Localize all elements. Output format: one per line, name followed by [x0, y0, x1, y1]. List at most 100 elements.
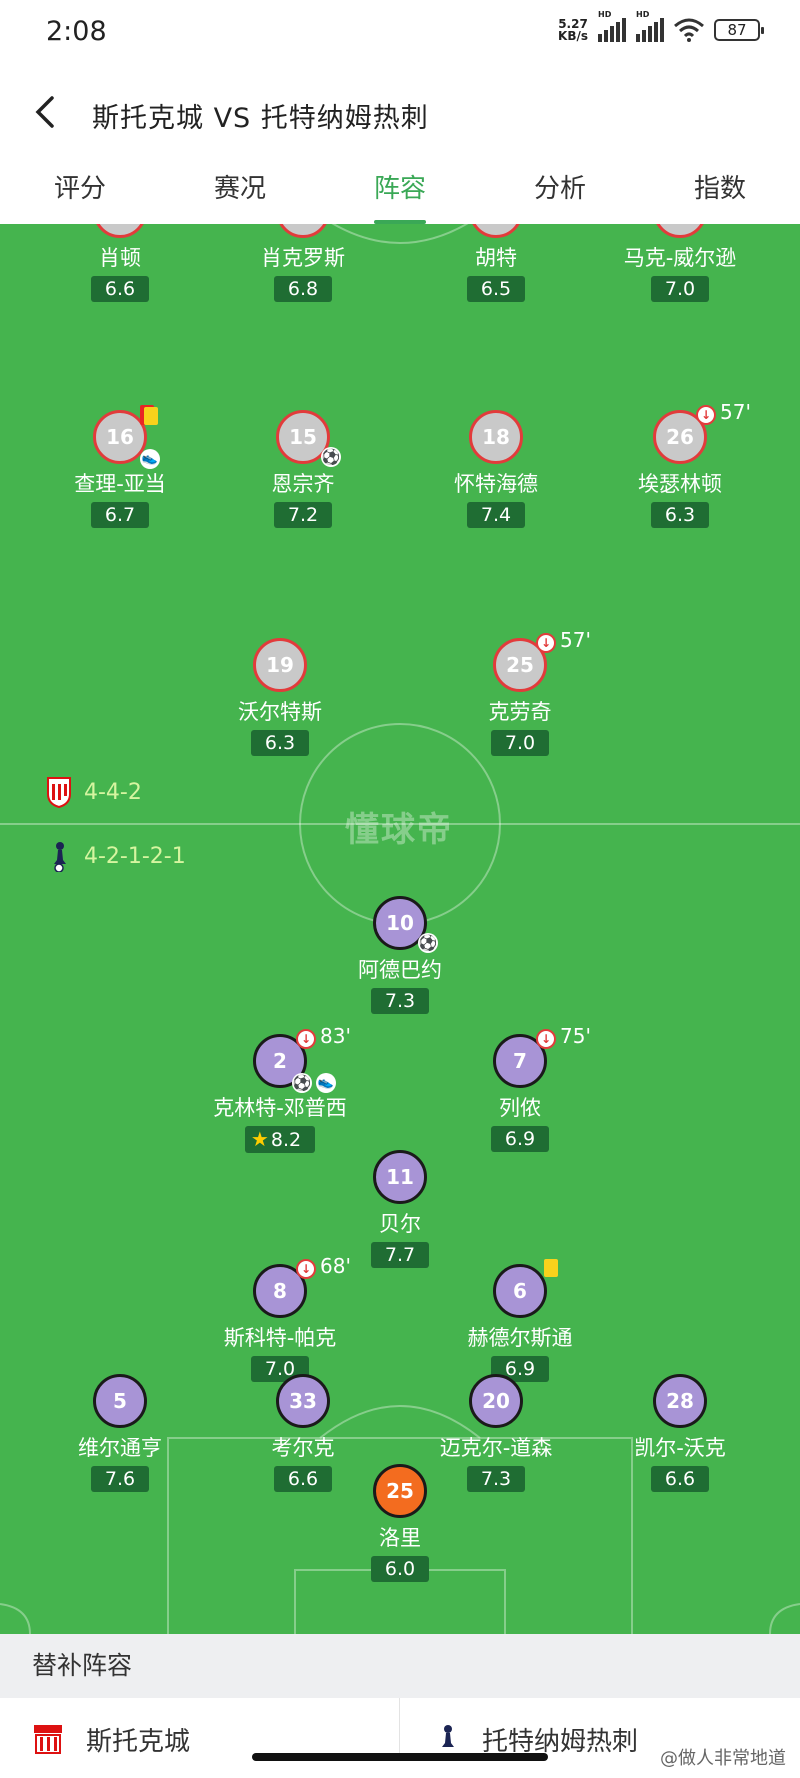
tab-analysis[interactable]: 分析: [480, 154, 640, 224]
player-number-circle: 16 👟: [93, 405, 160, 469]
player-number: 8: [273, 1279, 287, 1303]
player-number: 2: [273, 1049, 287, 1073]
away-player-1[interactable]: 10 ⚽ 阿德巴约 7.3: [310, 896, 490, 1014]
away-player-2[interactable]: 2 ↓ ⚽ 👟 83' 克林特-邓普西 ★ 8.2: [190, 1024, 370, 1153]
player-rating: 7.4: [466, 502, 526, 528]
player-number: 7: [513, 1049, 527, 1073]
hd-label: HD: [598, 10, 612, 19]
player-name: 列侬: [499, 1096, 541, 1120]
player-rating-value: 8.2: [270, 1129, 302, 1151]
tab-live[interactable]: 赛况: [160, 154, 320, 224]
home-player-5[interactable]: 16 👟 查理-亚当 6.7: [30, 405, 210, 528]
status-bar: 2:08 5.27 KB/s HD HD 87: [0, 0, 800, 70]
subs-home-team[interactable]: 斯托克城: [32, 1724, 190, 1754]
subs-away-team[interactable]: 托特纳姆热刺: [436, 1724, 638, 1754]
player-number: 18: [482, 425, 510, 449]
player-number: 10: [386, 911, 414, 935]
player-rating: 6.9: [490, 1126, 550, 1152]
home-player-9[interactable]: 19 沃尔特斯 6.3: [190, 638, 370, 756]
sub-minute: 83': [320, 1024, 351, 1048]
home-player-8[interactable]: 26 ↓ 57' 埃瑟林顿 6.3: [590, 400, 770, 528]
player-number-circle: 20: [469, 1374, 523, 1428]
player-name: 贝尔: [379, 1212, 421, 1236]
away-player-4[interactable]: 11 贝尔 7.7: [310, 1150, 490, 1268]
tab-odds[interactable]: 指数: [640, 154, 800, 224]
player-name: 沃尔特斯: [238, 700, 322, 724]
player-rating: 7.6: [90, 1466, 150, 1492]
player-number-circle: 26 ↓: [653, 405, 716, 464]
sub-off-icon: ↓: [296, 1029, 316, 1049]
page-title: 斯托克城 VS 托特纳姆热刺: [92, 103, 429, 134]
player-number-circle: [93, 224, 147, 238]
away-player-7[interactable]: 5 维尔通亨 7.6: [30, 1374, 210, 1492]
sub-minute: 57': [560, 628, 591, 652]
home-player-2[interactable]: 肖克罗斯 6.8: [213, 224, 393, 302]
sub-minute: 75': [560, 1024, 591, 1048]
dongqiudi-watermark: 懂球帝: [345, 810, 453, 850]
player-number-circle: 33: [276, 1374, 330, 1428]
player-number-circle: [276, 224, 330, 238]
player-number-circle: 28: [653, 1374, 707, 1428]
player-rating: 6.6: [90, 276, 150, 302]
status-icons: 5.27 KB/s HD HD 87: [558, 10, 764, 42]
hd-label-2: HD: [636, 10, 650, 19]
player-number-circle: 7 ↓: [493, 1029, 556, 1088]
network-speed: 5.27 KB/s: [558, 18, 588, 42]
home-player-10[interactable]: 25 ↓ 57' 克劳奇 7.0: [430, 628, 610, 756]
player-number-circle: 15 ⚽: [276, 410, 341, 467]
away-player-6[interactable]: 6 赫德尔斯通 6.9: [430, 1259, 610, 1382]
yellow-card-icon: [544, 1259, 558, 1277]
wifi-icon: [674, 18, 704, 42]
home-indicator[interactable]: [252, 1753, 548, 1761]
player-name: 克劳奇: [488, 700, 552, 724]
player-number: 25: [506, 653, 534, 677]
player-name: 马克-威尔逊: [623, 246, 737, 270]
home-player-3[interactable]: 胡特 6.5: [406, 224, 586, 302]
player-name: 凯尔-沃克: [634, 1436, 726, 1460]
stoke-crest-icon: [34, 1725, 62, 1754]
home-player-7[interactable]: 18 怀特海德 7.4: [406, 410, 586, 528]
tab-rating[interactable]: 评分: [0, 154, 160, 224]
spurs-crest-icon: [442, 1725, 454, 1747]
away-goalkeeper[interactable]: 25 洛里 6.0: [310, 1464, 490, 1582]
battery-icon: 87: [714, 19, 764, 41]
player-name: 肖顿: [99, 246, 141, 270]
home-formation-label: 4-4-2: [84, 779, 142, 805]
player-rating: 6.7: [90, 502, 150, 528]
header: 斯托克城 VS 托特纳姆热刺: [0, 70, 800, 154]
player-number: 28: [666, 1389, 694, 1413]
player-name: 肖克罗斯: [261, 246, 345, 270]
player-name: 考尔克: [271, 1436, 335, 1460]
player-name: 维尔通亨: [78, 1436, 162, 1460]
player-number: 25: [386, 1479, 414, 1503]
player-rating: 6.5: [466, 276, 526, 302]
home-player-1[interactable]: 肖顿 6.6: [30, 224, 210, 302]
player-name: 洛里: [379, 1526, 421, 1550]
corner-watermark: @做人非常地道: [660, 1748, 786, 1769]
player-number-circle: 25 ↓: [493, 633, 556, 692]
home-player-4[interactable]: 马克-威尔逊 7.0: [590, 224, 770, 302]
player-number: 33: [289, 1389, 317, 1413]
pitch: 懂球帝 4-4-2 4-2-1-2-1 肖顿 6.6 肖克罗斯 6.8 胡特 6…: [0, 224, 800, 1634]
tab-lineup[interactable]: 阵容: [320, 154, 480, 224]
player-number-circle: 25: [373, 1464, 427, 1518]
player-number-circle: 5: [93, 1374, 147, 1428]
away-player-3[interactable]: 7 ↓ 75' 列侬 6.9: [430, 1024, 610, 1152]
home-player-6[interactable]: 15 ⚽ 恩宗齐 7.2: [213, 410, 393, 528]
away-player-5[interactable]: 8 ↓ 68' 斯科特-帕克 7.0: [190, 1254, 370, 1382]
player-rating: 6.3: [650, 502, 710, 528]
speed-unit: KB/s: [558, 29, 588, 43]
player-rating: 6.0: [370, 1556, 430, 1582]
sub-minute: 68': [320, 1254, 351, 1278]
sub-minute: 57': [720, 400, 751, 424]
player-name: 斯科特-帕克: [223, 1326, 337, 1350]
player-number: 6: [513, 1279, 527, 1303]
away-player-10[interactable]: 28 凯尔-沃克 6.6: [590, 1374, 770, 1492]
player-number-circle: 10 ⚽: [373, 896, 438, 953]
goal-ball-icon: ⚽: [292, 1073, 312, 1093]
sub-off-icon: ↓: [696, 405, 716, 425]
tab-bar: 评分 赛况 阵容 分析 指数: [0, 154, 800, 224]
back-icon[interactable]: [30, 94, 62, 130]
player-rating: 7.0: [490, 730, 550, 756]
player-number: 16: [106, 425, 134, 449]
